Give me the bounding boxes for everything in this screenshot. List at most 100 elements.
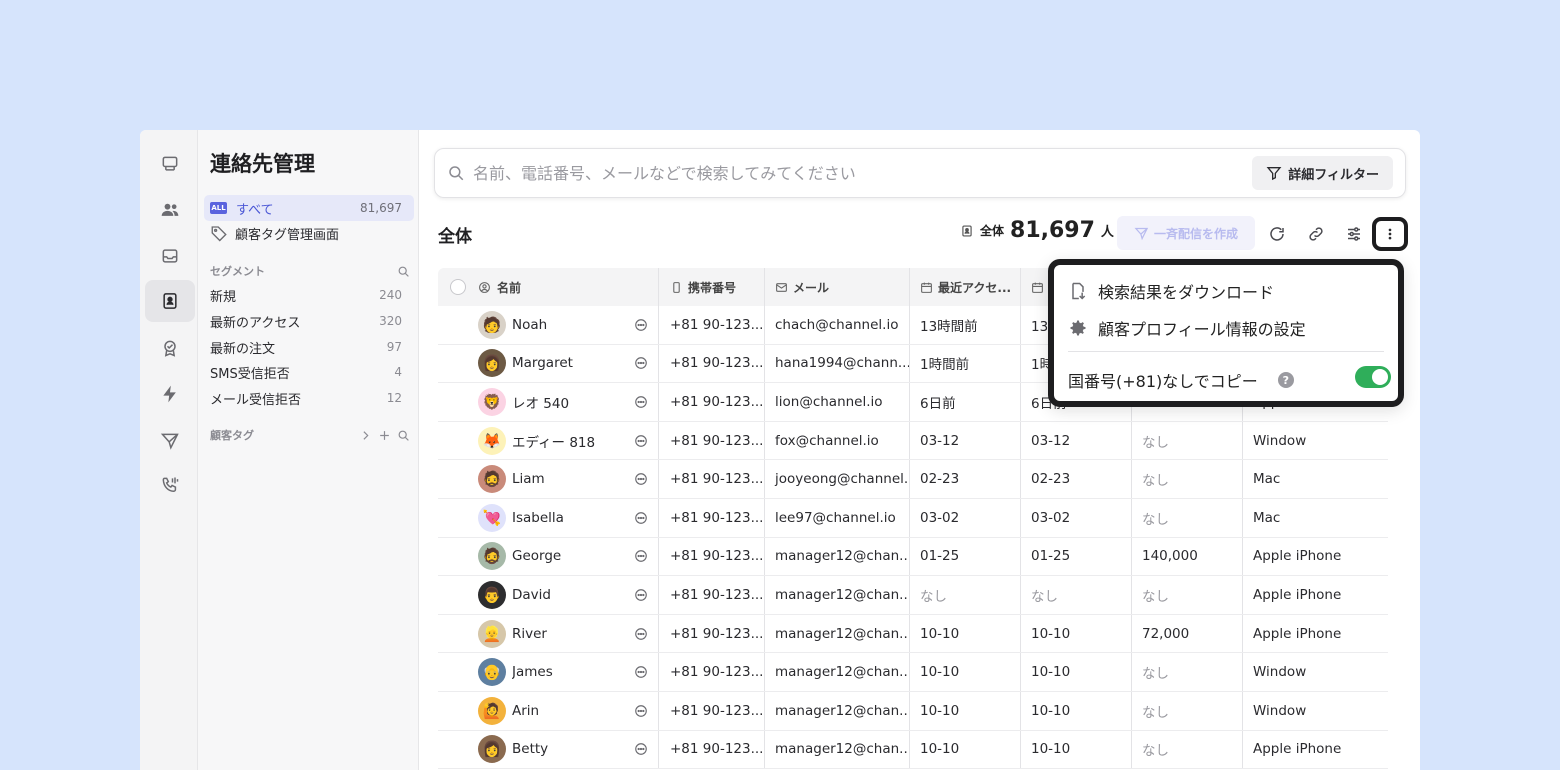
more-vertical-icon bbox=[1388, 228, 1392, 240]
name-cell: 👩 Betty bbox=[478, 730, 659, 769]
chevron-right-icon[interactable] bbox=[359, 429, 372, 442]
nav-users-icon[interactable] bbox=[145, 189, 195, 231]
filter-label: 詳細フィルター bbox=[1288, 167, 1379, 183]
table-row[interactable]: 💘 Isabella +81 90-123... lee97@channel.i… bbox=[438, 498, 1388, 538]
more-options-button[interactable] bbox=[1372, 217, 1408, 251]
table-row[interactable]: 👨 David +81 90-123... manager12@chan... … bbox=[438, 576, 1388, 615]
chat-icon[interactable] bbox=[634, 318, 648, 332]
mail-cell: manager12@chan... bbox=[765, 653, 910, 691]
chat-icon[interactable] bbox=[634, 356, 648, 370]
chat-icon[interactable] bbox=[634, 588, 648, 602]
contact-name[interactable]: Isabella bbox=[512, 510, 628, 526]
menu-item-copy-option: 国番号(+81)なしでコピー ? bbox=[1068, 368, 1294, 392]
segment-item[interactable]: 最新のアクセス 320 bbox=[204, 308, 414, 334]
total-count: 81,697 bbox=[1010, 218, 1095, 243]
search-bar: 詳細フィルター bbox=[434, 148, 1406, 198]
date-cell: 10-10 bbox=[1021, 653, 1132, 691]
create-broadcast-button[interactable]: 一斉配信を作成 bbox=[1117, 216, 1255, 250]
contact-name[interactable]: River bbox=[512, 626, 628, 642]
table-row[interactable]: 👱 River +81 90-123... manager12@chan... … bbox=[438, 614, 1388, 654]
link-icon[interactable] bbox=[1305, 223, 1327, 245]
table-row[interactable]: 🧔 Liam +81 90-123... jooyeong@channel...… bbox=[438, 460, 1388, 499]
contact-name[interactable]: レオ 540 bbox=[512, 392, 628, 412]
menu-item-label: 顧客プロフィール情報の設定 bbox=[1098, 320, 1306, 339]
mail-cell: manager12@chan... bbox=[765, 537, 910, 576]
chat-icon[interactable] bbox=[634, 665, 648, 679]
tag-heading-label: 顧客タグ bbox=[210, 429, 254, 442]
refresh-icon[interactable] bbox=[1266, 223, 1288, 245]
phone-cell: +81 90-123... bbox=[659, 344, 765, 383]
nav-contacts-icon[interactable] bbox=[145, 280, 195, 322]
segment-item[interactable]: 新規 240 bbox=[204, 282, 414, 308]
date-cell: なし bbox=[1021, 576, 1132, 614]
chat-icon[interactable] bbox=[634, 627, 648, 641]
segment-label: 最新のアクセス bbox=[210, 315, 301, 331]
col-phone[interactable]: 携帯番号 bbox=[659, 268, 765, 306]
copy-without-country-code-toggle[interactable] bbox=[1355, 366, 1391, 388]
mail-cell: manager12@chan... bbox=[765, 576, 910, 614]
name-cell: 🦊 エディー 818 bbox=[478, 421, 659, 460]
sidebar-item-tag-admin[interactable]: 顧客タグ管理画面 bbox=[204, 220, 414, 246]
nav-send-icon[interactable] bbox=[145, 420, 195, 462]
col-mail[interactable]: メール bbox=[765, 268, 910, 306]
contact-name[interactable]: Liam bbox=[512, 471, 628, 487]
nav-desk-icon[interactable] bbox=[145, 143, 195, 185]
table-row[interactable]: 🧔 George +81 90-123... manager12@chan...… bbox=[438, 537, 1388, 577]
menu-item-download[interactable]: 検索結果をダウンロード bbox=[1068, 279, 1274, 303]
contact-name[interactable]: James bbox=[512, 664, 628, 680]
chat-icon[interactable] bbox=[634, 511, 648, 525]
sidebar-item-label: 顧客タグ管理画面 bbox=[235, 227, 340, 243]
col-name[interactable]: 名前 bbox=[478, 268, 659, 306]
contact-name[interactable]: Margaret bbox=[512, 355, 628, 371]
table-row[interactable]: 🦊 エディー 818 +81 90-123... fox@channel.io … bbox=[438, 421, 1388, 461]
table-row[interactable]: 🙋 Arin +81 90-123... manager12@chan... 1… bbox=[438, 691, 1388, 731]
last-access-cell: 6日前 bbox=[910, 383, 1021, 421]
phone-icon bbox=[673, 281, 680, 293]
chat-icon[interactable] bbox=[634, 742, 648, 756]
chat-icon[interactable] bbox=[634, 434, 648, 448]
contact-name[interactable]: Noah bbox=[512, 317, 628, 333]
advanced-filter-button[interactable]: 詳細フィルター bbox=[1252, 156, 1393, 190]
menu-item-profile-settings[interactable]: 顧客プロフィール情報の設定 bbox=[1068, 316, 1306, 340]
segment-item[interactable]: SMS受信拒否 4 bbox=[204, 359, 414, 385]
sliders-icon[interactable] bbox=[1343, 223, 1365, 245]
filter-icon bbox=[1266, 167, 1282, 181]
chat-icon[interactable] bbox=[634, 704, 648, 718]
col-last-access[interactable]: 最近アクセ... bbox=[910, 268, 1021, 306]
chat-icon[interactable] bbox=[634, 549, 648, 563]
contact-name[interactable]: David bbox=[512, 587, 628, 603]
plus-icon[interactable] bbox=[378, 429, 391, 442]
segment-label: SMS受信拒否 bbox=[210, 366, 290, 382]
mail-icon bbox=[776, 282, 787, 292]
search-icon[interactable] bbox=[397, 265, 410, 278]
phone-cell: +81 90-123... bbox=[659, 498, 765, 537]
chat-icon[interactable] bbox=[634, 395, 648, 409]
contact-name[interactable]: Betty bbox=[512, 741, 628, 757]
avatar: 👨 bbox=[478, 580, 506, 609]
tag-icon bbox=[211, 226, 227, 242]
search-icon[interactable] bbox=[397, 429, 410, 442]
segment-count: 4 bbox=[394, 365, 402, 379]
nav-bolt-icon[interactable] bbox=[145, 373, 195, 415]
nav-call-icon[interactable] bbox=[145, 464, 195, 506]
search-input[interactable] bbox=[473, 163, 1253, 183]
name-cell: 👴 James bbox=[478, 653, 659, 691]
total-stats: 全体 81,697 人 bbox=[960, 218, 1114, 243]
name-cell: 👨 David bbox=[478, 576, 659, 614]
name-cell: 👩 Margaret bbox=[478, 344, 659, 383]
sidebar-item-all[interactable]: ALL すべて 81,697 bbox=[204, 195, 414, 221]
date-cell: 03-02 bbox=[1021, 498, 1132, 537]
table-row[interactable]: 👴 James +81 90-123... manager12@chan... … bbox=[438, 653, 1388, 692]
chat-icon[interactable] bbox=[634, 472, 648, 486]
help-icon[interactable]: ? bbox=[1277, 372, 1294, 388]
contact-name[interactable]: George bbox=[512, 548, 628, 564]
select-all-checkbox[interactable] bbox=[450, 279, 466, 295]
segment-item[interactable]: 最新の注文 97 bbox=[204, 334, 414, 360]
contact-name[interactable]: Arin bbox=[512, 703, 628, 719]
table-row[interactable]: 👩 Betty +81 90-123... manager12@chan... … bbox=[438, 730, 1388, 770]
contact-name[interactable]: エディー 818 bbox=[512, 431, 628, 451]
phone-cell: +81 90-123... bbox=[659, 306, 765, 344]
nav-inbox-icon[interactable] bbox=[145, 235, 195, 277]
segment-item[interactable]: メール受信拒否 12 bbox=[204, 385, 414, 411]
nav-badge-icon[interactable] bbox=[145, 327, 195, 369]
